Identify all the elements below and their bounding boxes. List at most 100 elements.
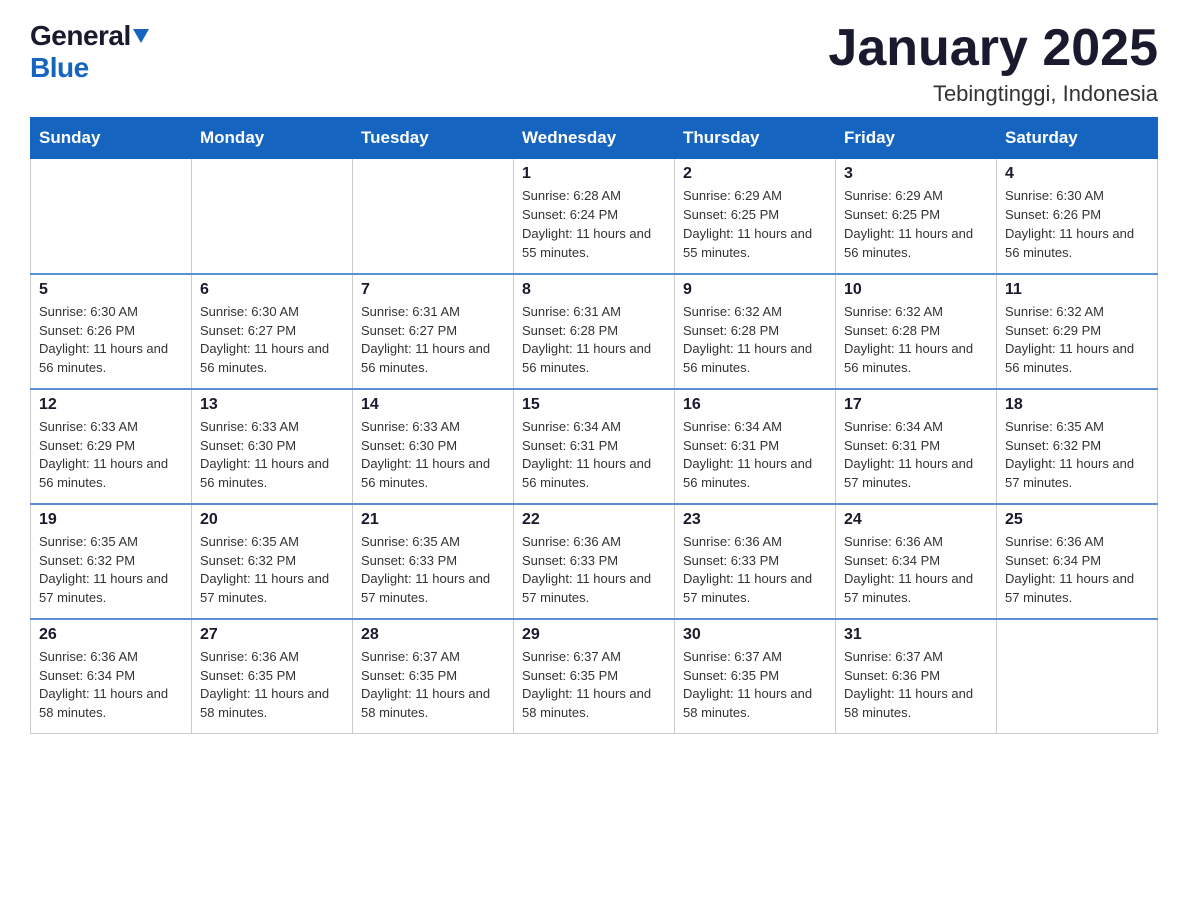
day-info: Sunrise: 6:28 AM Sunset: 6:24 PM Dayligh… bbox=[522, 187, 666, 262]
day-number: 23 bbox=[683, 511, 827, 529]
calendar-cell: 19 Sunrise: 6:35 AM Sunset: 6:32 PM Dayli… bbox=[31, 504, 192, 619]
calendar-week-row: 19 Sunrise: 6:35 AM Sunset: 6:32 PM Dayli… bbox=[31, 504, 1158, 619]
calendar-cell: 2 Sunrise: 6:29 AM Sunset: 6:25 PM Daylig… bbox=[675, 159, 836, 274]
day-number: 8 bbox=[522, 281, 666, 299]
day-info: Sunrise: 6:31 AM Sunset: 6:28 PM Dayligh… bbox=[522, 303, 666, 378]
calendar-week-row: 1 Sunrise: 6:28 AM Sunset: 6:24 PM Daylig… bbox=[31, 159, 1158, 274]
calendar-cell: 24Sunrise: 6:36 AM Sunset: 6:34 PM Dayli… bbox=[836, 504, 997, 619]
calendar-cell: 22 Sunrise: 6:36 AM Sunset: 6:33 PM Dayli… bbox=[514, 504, 675, 619]
day-number: 28 bbox=[361, 626, 505, 644]
day-number: 4 bbox=[1005, 165, 1149, 183]
day-number: 31 bbox=[844, 626, 988, 644]
day-number: 17 bbox=[844, 396, 988, 414]
day-number: 3 bbox=[844, 165, 988, 183]
calendar-cell: 11Sunrise: 6:32 AM Sunset: 6:29 PM Dayli… bbox=[997, 274, 1158, 389]
day-info: Sunrise: 6:36 AM Sunset: 6:34 PM Dayligh… bbox=[1005, 533, 1149, 608]
day-number: 13 bbox=[200, 396, 344, 414]
weekday-header-row: SundayMondayTuesdayWednesdayThursdayFrid… bbox=[31, 118, 1158, 159]
day-number: 1 bbox=[522, 165, 666, 183]
calendar-cell: 25 Sunrise: 6:36 AM Sunset: 6:34 PM Dayli… bbox=[997, 504, 1158, 619]
logo: General Blue bbox=[30, 20, 149, 84]
calendar-cell: 5Sunrise: 6:30 AM Sunset: 6:26 PM Daylig… bbox=[31, 274, 192, 389]
calendar-cell: 21 Sunrise: 6:35 AM Sunset: 6:33 PM Dayli… bbox=[353, 504, 514, 619]
day-number: 6 bbox=[200, 281, 344, 299]
day-number: 18 bbox=[1005, 396, 1149, 414]
day-info: Sunrise: 6:29 AM Sunset: 6:25 PM Dayligh… bbox=[683, 187, 827, 262]
calendar-cell: 28 Sunrise: 6:37 AM Sunset: 6:35 PM Dayli… bbox=[353, 619, 514, 734]
day-info: Sunrise: 6:32 AM Sunset: 6:28 PM Dayligh… bbox=[683, 303, 827, 378]
calendar-week-row: 5Sunrise: 6:30 AM Sunset: 6:26 PM Daylig… bbox=[31, 274, 1158, 389]
calendar-cell: 7 Sunrise: 6:31 AM Sunset: 6:27 PM Daylig… bbox=[353, 274, 514, 389]
logo-general-text: General bbox=[30, 20, 131, 52]
calendar-cell bbox=[353, 159, 514, 274]
day-number: 22 bbox=[522, 511, 666, 529]
day-info: Sunrise: 6:34 AM Sunset: 6:31 PM Dayligh… bbox=[522, 418, 666, 493]
calendar-cell: 30 Sunrise: 6:37 AM Sunset: 6:35 PM Dayli… bbox=[675, 619, 836, 734]
day-info: Sunrise: 6:30 AM Sunset: 6:26 PM Dayligh… bbox=[1005, 187, 1149, 262]
location-text: Tebingtinggi, Indonesia bbox=[828, 81, 1158, 107]
calendar-cell: 27 Sunrise: 6:36 AM Sunset: 6:35 PM Dayli… bbox=[192, 619, 353, 734]
day-number: 21 bbox=[361, 511, 505, 529]
day-info: Sunrise: 6:32 AM Sunset: 6:29 PM Dayligh… bbox=[1005, 303, 1149, 378]
calendar-cell: 20 Sunrise: 6:35 AM Sunset: 6:32 PM Dayli… bbox=[192, 504, 353, 619]
day-number: 19 bbox=[39, 511, 183, 529]
day-info: Sunrise: 6:35 AM Sunset: 6:32 PM Dayligh… bbox=[39, 533, 183, 608]
day-number: 16 bbox=[683, 396, 827, 414]
day-info: Sunrise: 6:34 AM Sunset: 6:31 PM Dayligh… bbox=[844, 418, 988, 493]
day-number: 30 bbox=[683, 626, 827, 644]
day-info: Sunrise: 6:33 AM Sunset: 6:30 PM Dayligh… bbox=[361, 418, 505, 493]
calendar-cell: 3 Sunrise: 6:29 AM Sunset: 6:25 PM Daylig… bbox=[836, 159, 997, 274]
day-info: Sunrise: 6:37 AM Sunset: 6:35 PM Dayligh… bbox=[522, 648, 666, 723]
day-info: Sunrise: 6:34 AM Sunset: 6:31 PM Dayligh… bbox=[683, 418, 827, 493]
calendar-cell: 6Sunrise: 6:30 AM Sunset: 6:27 PM Daylig… bbox=[192, 274, 353, 389]
day-info: Sunrise: 6:36 AM Sunset: 6:35 PM Dayligh… bbox=[200, 648, 344, 723]
calendar-cell: 18Sunrise: 6:35 AM Sunset: 6:32 PM Dayli… bbox=[997, 389, 1158, 504]
calendar-week-row: 26Sunrise: 6:36 AM Sunset: 6:34 PM Dayli… bbox=[31, 619, 1158, 734]
day-number: 14 bbox=[361, 396, 505, 414]
calendar-cell bbox=[997, 619, 1158, 734]
day-number: 25 bbox=[1005, 511, 1149, 529]
day-info: Sunrise: 6:36 AM Sunset: 6:33 PM Dayligh… bbox=[522, 533, 666, 608]
calendar-cell: 17 Sunrise: 6:34 AM Sunset: 6:31 PM Dayli… bbox=[836, 389, 997, 504]
calendar-week-row: 12 Sunrise: 6:33 AM Sunset: 6:29 PM Dayli… bbox=[31, 389, 1158, 504]
day-number: 2 bbox=[683, 165, 827, 183]
calendar-cell bbox=[192, 159, 353, 274]
weekday-header-friday: Friday bbox=[836, 118, 997, 159]
weekday-header-tuesday: Tuesday bbox=[353, 118, 514, 159]
day-info: Sunrise: 6:30 AM Sunset: 6:26 PM Dayligh… bbox=[39, 303, 183, 378]
day-info: Sunrise: 6:33 AM Sunset: 6:29 PM Dayligh… bbox=[39, 418, 183, 493]
page-header: General Blue January 2025 Tebingtinggi, … bbox=[30, 20, 1158, 107]
calendar-cell: 23 Sunrise: 6:36 AM Sunset: 6:33 PM Dayli… bbox=[675, 504, 836, 619]
day-info: Sunrise: 6:29 AM Sunset: 6:25 PM Dayligh… bbox=[844, 187, 988, 262]
calendar-cell: 29Sunrise: 6:37 AM Sunset: 6:35 PM Dayli… bbox=[514, 619, 675, 734]
day-info: Sunrise: 6:35 AM Sunset: 6:33 PM Dayligh… bbox=[361, 533, 505, 608]
title-section: January 2025 Tebingtinggi, Indonesia bbox=[828, 20, 1158, 107]
day-number: 20 bbox=[200, 511, 344, 529]
day-number: 15 bbox=[522, 396, 666, 414]
day-info: Sunrise: 6:37 AM Sunset: 6:35 PM Dayligh… bbox=[683, 648, 827, 723]
day-info: Sunrise: 6:32 AM Sunset: 6:28 PM Dayligh… bbox=[844, 303, 988, 378]
day-info: Sunrise: 6:33 AM Sunset: 6:30 PM Dayligh… bbox=[200, 418, 344, 493]
calendar-table: SundayMondayTuesdayWednesdayThursdayFrid… bbox=[30, 117, 1158, 734]
calendar-cell: 4 Sunrise: 6:30 AM Sunset: 6:26 PM Daylig… bbox=[997, 159, 1158, 274]
day-number: 7 bbox=[361, 281, 505, 299]
calendar-cell: 1 Sunrise: 6:28 AM Sunset: 6:24 PM Daylig… bbox=[514, 159, 675, 274]
day-info: Sunrise: 6:35 AM Sunset: 6:32 PM Dayligh… bbox=[200, 533, 344, 608]
day-number: 26 bbox=[39, 626, 183, 644]
logo-blue-text: Blue bbox=[30, 52, 89, 84]
weekday-header-sunday: Sunday bbox=[31, 118, 192, 159]
weekday-header-wednesday: Wednesday bbox=[514, 118, 675, 159]
day-number: 27 bbox=[200, 626, 344, 644]
weekday-header-monday: Monday bbox=[192, 118, 353, 159]
calendar-cell: 10 Sunrise: 6:32 AM Sunset: 6:28 PM Dayli… bbox=[836, 274, 997, 389]
weekday-header-thursday: Thursday bbox=[675, 118, 836, 159]
calendar-cell: 9Sunrise: 6:32 AM Sunset: 6:28 PM Daylig… bbox=[675, 274, 836, 389]
day-info: Sunrise: 6:36 AM Sunset: 6:33 PM Dayligh… bbox=[683, 533, 827, 608]
day-info: Sunrise: 6:31 AM Sunset: 6:27 PM Dayligh… bbox=[361, 303, 505, 378]
day-number: 12 bbox=[39, 396, 183, 414]
calendar-cell: 13 Sunrise: 6:33 AM Sunset: 6:30 PM Dayli… bbox=[192, 389, 353, 504]
day-info: Sunrise: 6:37 AM Sunset: 6:35 PM Dayligh… bbox=[361, 648, 505, 723]
weekday-header-saturday: Saturday bbox=[997, 118, 1158, 159]
day-info: Sunrise: 6:36 AM Sunset: 6:34 PM Dayligh… bbox=[844, 533, 988, 608]
day-number: 10 bbox=[844, 281, 988, 299]
